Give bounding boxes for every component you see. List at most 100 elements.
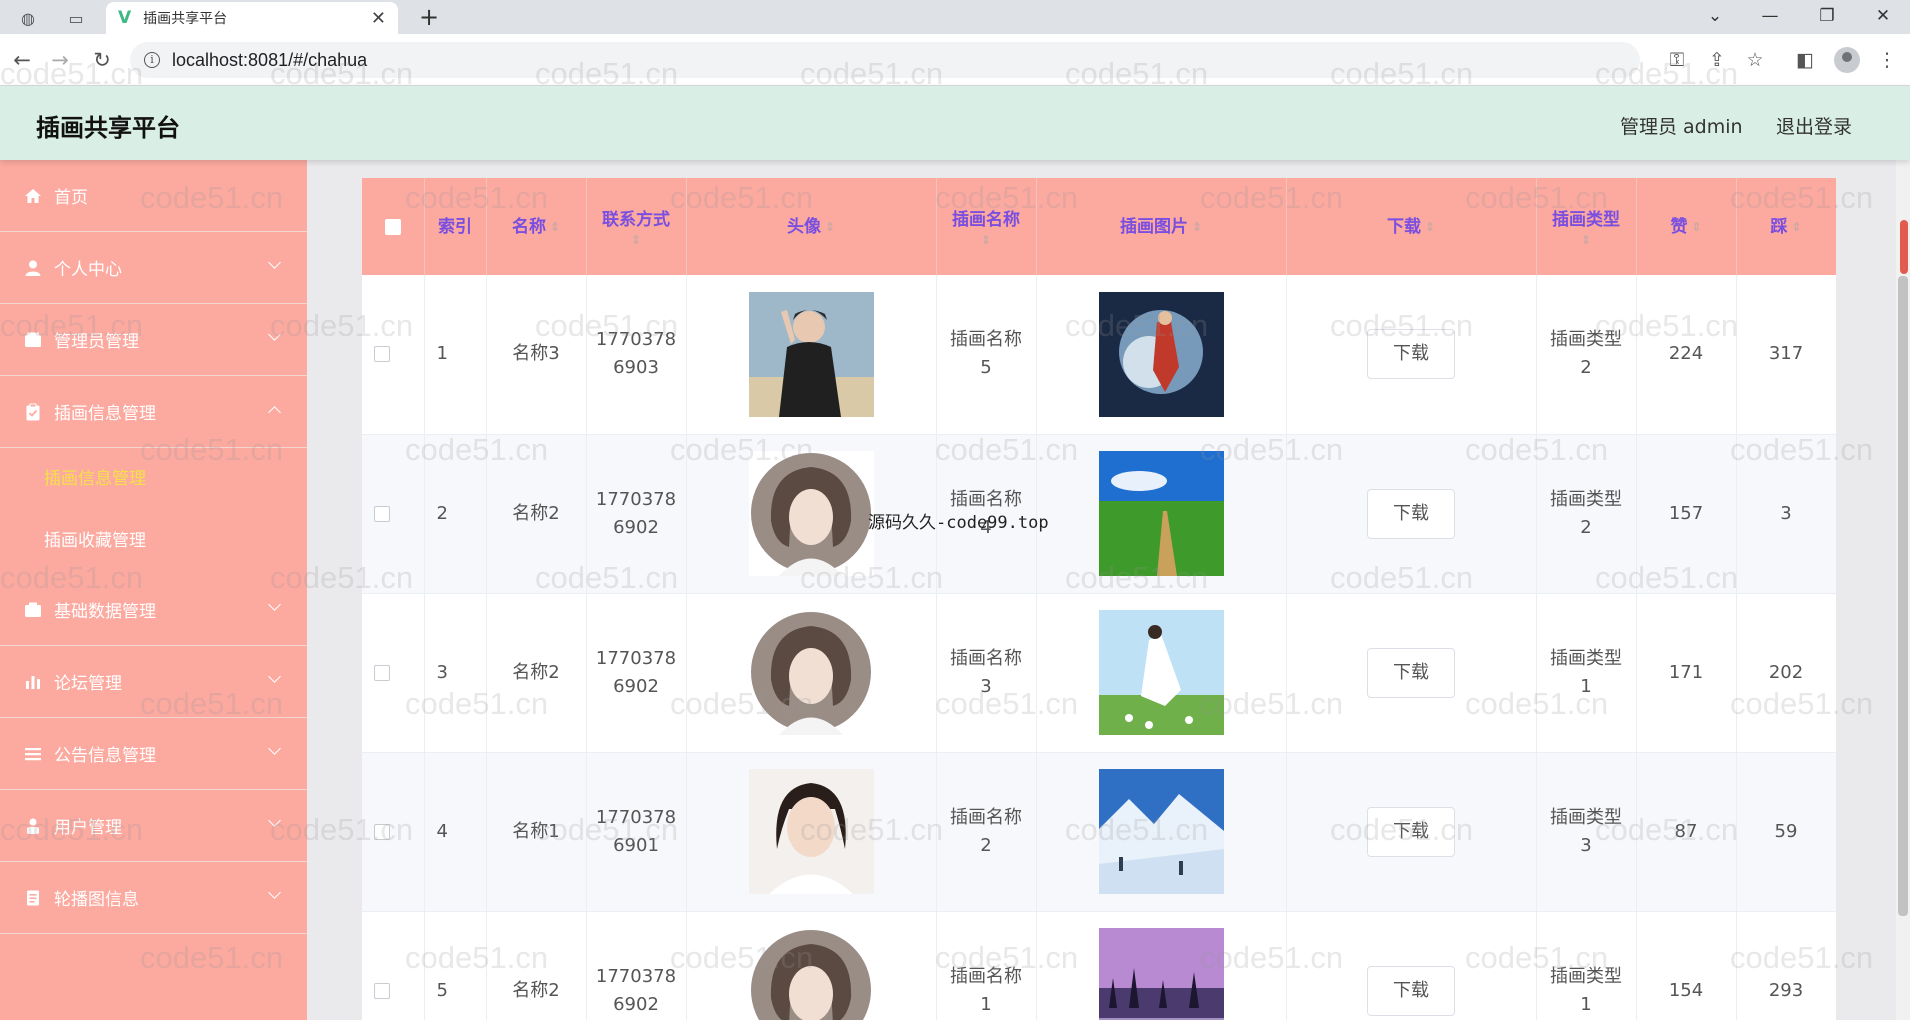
url-text: localhost:8081/#/chahua — [172, 49, 368, 70]
sidebar-item-forum[interactable]: 论坛管理 — [0, 646, 307, 718]
restore-icon[interactable]: ❐ — [1812, 2, 1842, 30]
close-window-icon[interactable]: ✕ — [1868, 2, 1898, 30]
dislikes-cell: 3 — [1736, 434, 1836, 594]
illustration-name-line: 插画名称 — [950, 488, 1022, 510]
avatar-image[interactable] — [748, 610, 874, 735]
column-header-illustration-type[interactable]: 插画类型 ⇕ — [1536, 178, 1637, 275]
illustration-image[interactable] — [1098, 610, 1224, 735]
contact-cell: 1770378 6902 — [586, 911, 687, 1020]
column-header-avatar[interactable]: 头像 ⇕ — [686, 178, 937, 275]
sidebar-item-home[interactable]: 首页 — [0, 160, 307, 232]
illustration-image[interactable] — [1098, 291, 1224, 417]
column-header-name[interactable]: 名称 ⇕ — [486, 178, 587, 275]
sidebar-item-basic-data[interactable]: 基础数据管理 — [0, 574, 307, 646]
sort-icon[interactable]: ⇕ — [1691, 214, 1701, 240]
download-button[interactable]: 下载 — [1367, 965, 1455, 1016]
chevron-down-icon — [268, 598, 281, 611]
name-cell: 名称2 — [486, 911, 587, 1020]
sidebar-item-profile[interactable]: 个人中心 — [0, 232, 307, 304]
avatar-cell — [686, 275, 937, 435]
sort-icon[interactable]: ⇕ — [825, 214, 835, 240]
sidebar-item-label: 插画信息管理 — [54, 404, 156, 424]
contact-line: 1770378 — [595, 647, 677, 669]
new-tab-button[interactable]: + — [414, 3, 444, 31]
table-row: 2 名称2 1770378 6902 插画名称 4 下载 插画类型 2 157 3 — [362, 434, 1836, 594]
row-checkbox[interactable] — [374, 823, 390, 840]
sidebar-subitem-illustration-favorites[interactable]: 插画收藏管理 — [0, 508, 307, 568]
tab-close-icon[interactable]: ✕ — [371, 8, 386, 29]
avatar-cell — [686, 911, 937, 1020]
row-checkbox[interactable] — [374, 346, 390, 363]
illustration-image[interactable] — [1098, 769, 1224, 894]
site-info-icon[interactable]: i — [144, 52, 160, 68]
avatar-image[interactable] — [748, 451, 874, 576]
menu-kebab-icon[interactable]: ⋮ — [1874, 47, 1900, 73]
download-button[interactable]: 下载 — [1367, 647, 1455, 698]
sidebar-item-label: 基础数据管理 — [54, 602, 156, 622]
column-header-illustration-name[interactable]: 插画名称 ⇕ — [936, 178, 1037, 275]
sort-icon[interactable]: ⇕ — [1425, 214, 1435, 240]
scrollbar-thumb[interactable] — [1898, 276, 1908, 916]
reload-icon[interactable]: ↻ — [88, 46, 116, 74]
row-checkbox[interactable] — [374, 505, 390, 522]
document-icon — [24, 889, 42, 907]
back-icon[interactable]: ← — [8, 46, 36, 74]
sidebar-item-announcements[interactable]: 公告信息管理 — [0, 718, 307, 790]
download-button[interactable]: 下载 — [1367, 488, 1455, 539]
browser-tab-active[interactable]: V 插画共享平台 ✕ — [106, 2, 398, 34]
column-header-download[interactable]: 下载 ⇕ — [1286, 178, 1537, 275]
sort-icon[interactable]: ⇕ — [937, 233, 1036, 247]
illustration-name-cell: 插画名称 2 — [936, 752, 1037, 912]
contact-line: 1770378 — [595, 806, 677, 828]
illustration-name-cell: 插画名称 3 — [936, 593, 1037, 753]
wallet-icon — [24, 331, 42, 349]
dislikes-cell: 59 — [1736, 752, 1836, 912]
column-header-likes[interactable]: 赞 ⇕ — [1636, 178, 1737, 275]
sidebar-item-illustration-manage[interactable]: 插画信息管理 — [0, 376, 307, 448]
illustration-image[interactable] — [1098, 928, 1224, 1020]
address-bar[interactable]: i localhost:8081/#/chahua — [130, 42, 1640, 78]
sort-icon[interactable]: ⇕ — [1791, 214, 1801, 240]
column-header-label: 头像 — [786, 216, 821, 237]
bookmark-star-icon[interactable]: ☆ — [1742, 47, 1768, 73]
column-header-illustration-image[interactable]: 插画图片 ⇕ — [1036, 178, 1287, 275]
logout-link[interactable]: 退出登录 — [1776, 112, 1852, 139]
column-header-label: 联系方式 — [602, 209, 670, 230]
sidebar-item-admin-manage[interactable]: 管理员管理 — [0, 304, 307, 376]
sidebar-item-users[interactable]: 用户管理 — [0, 790, 307, 862]
contact-line: 1770378 — [595, 965, 677, 987]
side-panel-icon[interactable]: ◧ — [1792, 47, 1818, 73]
sidebar-item-label: 轮播图信息 — [54, 890, 139, 910]
sort-icon[interactable]: ⇕ — [1537, 233, 1636, 247]
illustration-name-line: 3 — [980, 675, 992, 697]
avatar-image[interactable] — [748, 291, 874, 417]
key-icon[interactable]: ⚿ — [1664, 47, 1690, 73]
sort-icon[interactable]: ⇕ — [550, 214, 560, 240]
download-button[interactable]: 下载 — [1367, 329, 1455, 380]
row-checkbox[interactable] — [374, 982, 390, 999]
download-button[interactable]: 下载 — [1367, 806, 1455, 857]
column-header-dislikes[interactable]: 踩 ⇕ — [1736, 178, 1836, 275]
sidebar-subitem-illustration-info[interactable]: 插画信息管理 — [0, 446, 307, 506]
forward-icon[interactable]: → — [46, 46, 74, 74]
column-header-contact[interactable]: 联系方式 ⇕ — [586, 178, 687, 275]
illustration-name-line: 插画名称 — [950, 329, 1022, 351]
row-checkbox[interactable] — [374, 664, 390, 681]
sort-icon[interactable]: ⇕ — [1192, 214, 1202, 240]
minimize-icon[interactable]: — — [1755, 2, 1785, 30]
vertical-scrollbar[interactable] — [1896, 160, 1910, 1020]
likes-cell: 87 — [1636, 752, 1737, 912]
pinned-tab-globe-icon[interactable]: ◍ — [12, 6, 44, 30]
select-all-checkbox[interactable] — [384, 218, 401, 235]
illustration-image[interactable] — [1098, 451, 1224, 576]
pinned-tab-icon[interactable]: ▭ — [60, 6, 92, 30]
avatar-image[interactable] — [748, 769, 874, 894]
sidebar-item-carousel[interactable]: 轮播图信息 — [0, 862, 307, 934]
tab-search-icon[interactable]: ⌄ — [1700, 2, 1730, 30]
likes-cell: 154 — [1636, 911, 1737, 1020]
illustration-name-line: 插画名称 — [950, 647, 1022, 669]
avatar-image[interactable] — [748, 928, 874, 1020]
share-icon[interactable]: ⇪ — [1704, 47, 1730, 73]
profile-avatar-icon[interactable] — [1834, 47, 1860, 73]
sort-icon[interactable]: ⇕ — [587, 233, 686, 247]
